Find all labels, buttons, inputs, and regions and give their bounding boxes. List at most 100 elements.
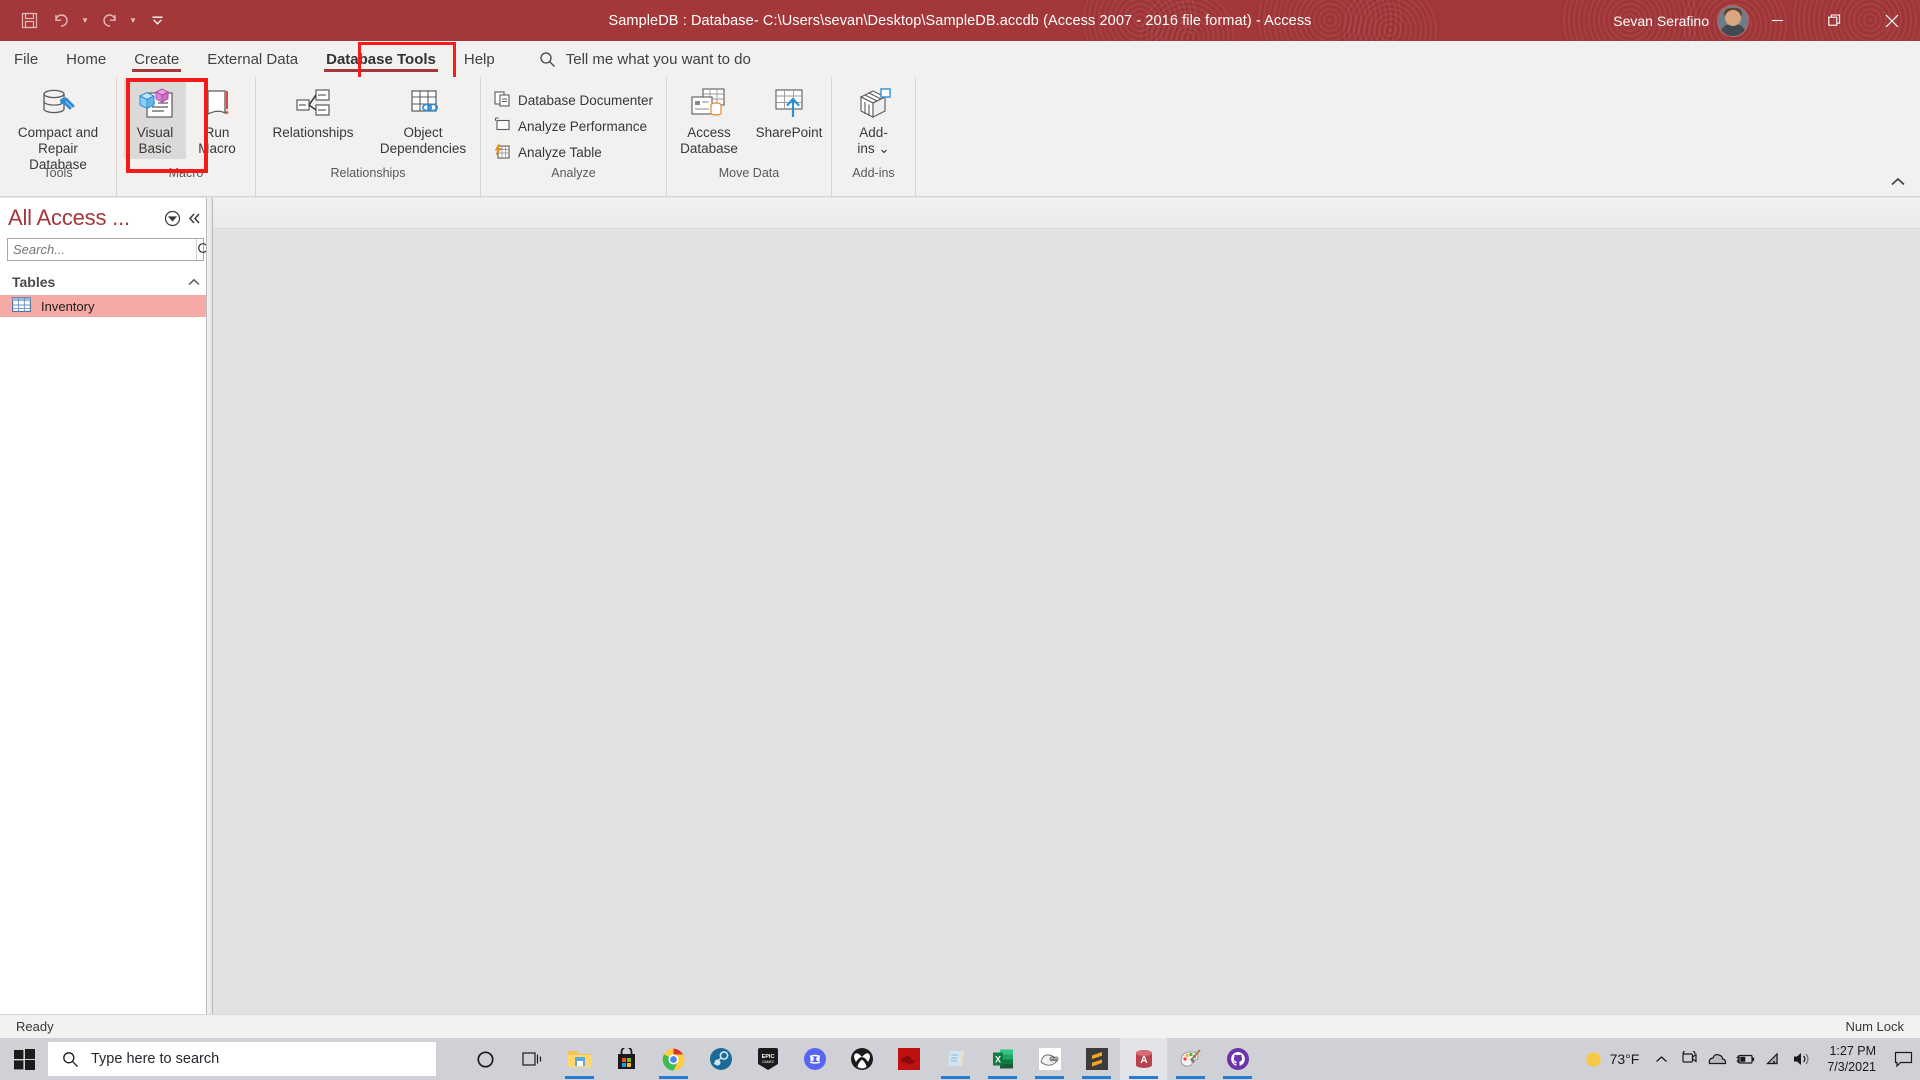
- windows-logo-icon[interactable]: [0, 1038, 48, 1080]
- chevron-up-icon[interactable]: [187, 274, 201, 290]
- taskbar-search-box[interactable]: Type here to search: [48, 1042, 436, 1076]
- num-lock-indicator: Num Lock: [1845, 1019, 1904, 1034]
- navigation-pane-title: All Access ...: [8, 205, 130, 230]
- analyze-table-button[interactable]: Analyze Table: [488, 140, 608, 166]
- tell-me-placeholder: Tell me what you want to do: [565, 50, 751, 68]
- show-hidden-icons-icon[interactable]: [1647, 1038, 1675, 1080]
- cortana-icon[interactable]: [462, 1038, 509, 1080]
- github-desktop-icon[interactable]: [1214, 1038, 1261, 1080]
- window-controls: [1749, 0, 1920, 41]
- search-input[interactable]: [8, 239, 196, 260]
- access-database-button[interactable]: Access Database: [669, 80, 749, 159]
- group-label: Macro: [168, 166, 204, 180]
- button-label: Database Documenter: [517, 92, 654, 108]
- microsoft-access-icon[interactable]: A: [1120, 1038, 1167, 1080]
- tab-create[interactable]: Create: [120, 41, 193, 77]
- ribbon: Compact and Repair Database Tools Visual…: [0, 77, 1920, 197]
- microsoft-store-icon[interactable]: [603, 1038, 650, 1080]
- tab-home[interactable]: Home: [52, 41, 120, 77]
- tell-me-search[interactable]: Tell me what you want to do: [509, 41, 751, 77]
- button-label: Relationships: [272, 125, 354, 140]
- button-label: Dependencies: [379, 141, 467, 156]
- button-label: Macro: [198, 141, 236, 156]
- webcam-icon[interactable]: [1675, 1038, 1703, 1080]
- run-macro-button[interactable]: Run Macro: [186, 80, 248, 159]
- navigation-pane-splitter[interactable]: [206, 198, 213, 1014]
- discord-icon[interactable]: [791, 1038, 838, 1080]
- tab-database-tools[interactable]: Database Tools: [312, 41, 450, 77]
- avatar[interactable]: [1718, 5, 1748, 36]
- close-button[interactable]: [1863, 0, 1920, 41]
- volume-icon[interactable]: [1787, 1038, 1815, 1080]
- clock-date: 7/3/2021: [1827, 1060, 1876, 1074]
- restore-button[interactable]: [1806, 0, 1863, 41]
- dropdown-circle-icon[interactable]: [161, 207, 183, 229]
- tab-external-data[interactable]: External Data: [193, 41, 312, 77]
- system-tray: 73°F 1:27 PM 7/3/2021: [1580, 1038, 1920, 1080]
- chevron-up-icon: [1891, 177, 1905, 186]
- sun-icon: [1585, 1051, 1601, 1067]
- paint-icon[interactable]: [1167, 1038, 1214, 1080]
- button-label: Basic: [138, 141, 172, 156]
- group-label: Add-ins: [852, 166, 895, 180]
- relationships-button[interactable]: Relationships: [258, 80, 368, 143]
- network-icon[interactable]: [1759, 1038, 1787, 1080]
- weather-widget[interactable]: 73°F: [1580, 1050, 1648, 1069]
- compact-and-repair-database-button[interactable]: Compact and Repair Database: [6, 80, 111, 175]
- steam-icon[interactable]: [697, 1038, 744, 1080]
- notepad-icon[interactable]: [932, 1038, 979, 1080]
- group-label: Move Data: [718, 166, 780, 180]
- search-icon: [63, 1051, 79, 1067]
- object-dependencies-button[interactable]: Object Dependencies: [368, 80, 478, 159]
- button-label: Analyze Performance: [517, 118, 648, 134]
- button-label: Object: [403, 125, 443, 140]
- svg-text:GAMES: GAMES: [762, 1060, 774, 1064]
- taskbar-search-placeholder: Type here to search: [91, 1051, 220, 1067]
- mongodb-icon[interactable]: [885, 1038, 932, 1080]
- battery-icon[interactable]: [1731, 1038, 1759, 1080]
- minimize-button[interactable]: [1749, 0, 1806, 41]
- double-chevron-left-icon[interactable]: [183, 207, 205, 229]
- status-text: Ready: [16, 1019, 54, 1034]
- nav-group-label: Tables: [12, 274, 56, 290]
- tab-underline: [132, 69, 182, 72]
- microsoft-excel-icon[interactable]: X: [979, 1038, 1026, 1080]
- file-explorer-icon[interactable]: [556, 1038, 603, 1080]
- performance-icon: [494, 116, 511, 136]
- tab-label: Home: [66, 50, 107, 68]
- button-label: Run: [204, 125, 230, 140]
- taskbar: Type here to search EPIC GAMES X A 73°F …: [0, 1038, 1920, 1080]
- collapse-ribbon-button[interactable]: [1890, 174, 1906, 192]
- ribbon-group-relationships: Relationships Object Dependencies Relati…: [256, 77, 481, 196]
- tab-label: Help: [463, 50, 495, 68]
- account-area[interactable]: Sevan Serafino: [1613, 0, 1748, 41]
- analyze-performance-button[interactable]: Analyze Performance: [488, 113, 653, 139]
- taskbar-icons: EPIC GAMES X A: [462, 1038, 1261, 1080]
- database-documenter-button[interactable]: Database Documenter: [488, 87, 659, 113]
- relationships-icon: [294, 86, 332, 122]
- taskbar-clock[interactable]: 1:27 PM 7/3/2021: [1815, 1038, 1886, 1080]
- add-ins-icon: [856, 86, 892, 122]
- epic-games-icon[interactable]: EPIC GAMES: [744, 1038, 791, 1080]
- task-view-icon[interactable]: [509, 1038, 556, 1080]
- xbox-icon[interactable]: [838, 1038, 885, 1080]
- tab-file[interactable]: File: [0, 41, 52, 77]
- workspace-top-shade: [213, 198, 1920, 229]
- tab-help[interactable]: Help: [450, 41, 509, 77]
- group-label: Relationships: [330, 166, 406, 180]
- button-label: Analyze Table: [517, 145, 602, 161]
- tab-label: File: [14, 50, 39, 68]
- google-chrome-icon[interactable]: [650, 1038, 697, 1080]
- sublime-text-icon[interactable]: [1073, 1038, 1120, 1080]
- notification-icon[interactable]: [1886, 1038, 1920, 1080]
- nav-item-inventory[interactable]: Inventory: [0, 295, 211, 317]
- onedrive-icon[interactable]: [1703, 1038, 1731, 1080]
- nav-group-tables[interactable]: Tables: [0, 269, 211, 295]
- tab-label: Database Tools: [326, 50, 436, 68]
- visual-basic-button[interactable]: Visual Basic: [124, 80, 186, 159]
- add-ins-button[interactable]: Add- ins ⌄: [839, 80, 909, 159]
- gimp-icon[interactable]: [1026, 1038, 1073, 1080]
- navigation-search-box[interactable]: [7, 238, 212, 261]
- svg-text:X: X: [994, 1055, 1000, 1065]
- sharepoint-button[interactable]: SharePoint: [749, 80, 829, 143]
